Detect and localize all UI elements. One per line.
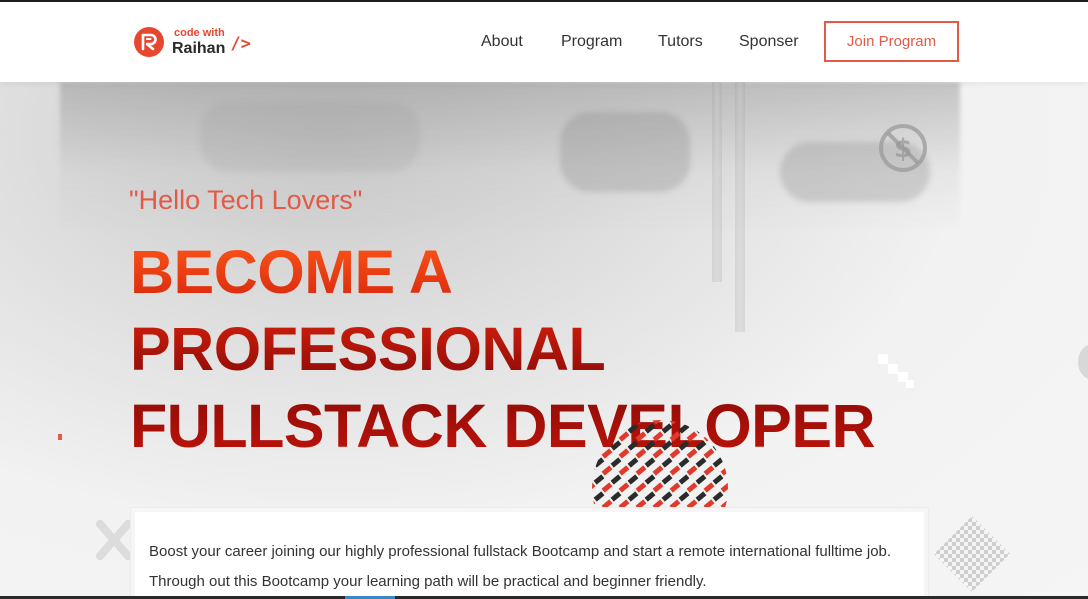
decor-cross-shape xyxy=(96,520,132,560)
join-program-button[interactable]: Join Program xyxy=(824,21,959,62)
hero-greeting: "Hello Tech Lovers" xyxy=(129,185,363,215)
brand-logo[interactable]: code with Raihan /> xyxy=(134,24,274,60)
hero-headline-line: BECOME A xyxy=(130,238,453,306)
hero-background-blur xyxy=(200,102,420,172)
site-header: code with Raihan /> About Program Tutors… xyxy=(0,2,1088,82)
decor-pixel-squares xyxy=(878,354,914,388)
hero-headline: BECOME A PROFESSIONAL FULLSTACK DEVELOPE… xyxy=(130,234,875,465)
hero-description: Boost your career joining our highly pro… xyxy=(131,508,928,599)
nav-link-sponser[interactable]: Sponser xyxy=(739,33,799,51)
brand-wordmark: code with Raihan xyxy=(172,26,226,57)
nav-link-tutors[interactable]: Tutors xyxy=(658,33,703,51)
brand-name: Raihan xyxy=(172,39,226,57)
hero-section: $ "Hello Tech Lovers" BECOME A PROFESSIO… xyxy=(0,82,1088,599)
decor-speck xyxy=(58,434,62,440)
hero-headline-line: FULLSTACK DEVELOPER xyxy=(130,392,876,460)
hero-headline-line: PROFESSIONAL xyxy=(130,315,606,383)
brand-code-slash: /> xyxy=(230,34,251,54)
nav-link-program[interactable]: Program xyxy=(561,33,622,51)
hero-background-blur xyxy=(560,112,690,192)
no-dollar-icon: $ xyxy=(879,124,927,172)
nav-link-about[interactable]: About xyxy=(481,33,523,51)
decor-edge-circle xyxy=(1078,344,1088,380)
brand-tagline: code with xyxy=(174,26,225,39)
decor-diamond-grid xyxy=(934,516,1010,592)
r-letter-logo-icon xyxy=(134,27,164,57)
